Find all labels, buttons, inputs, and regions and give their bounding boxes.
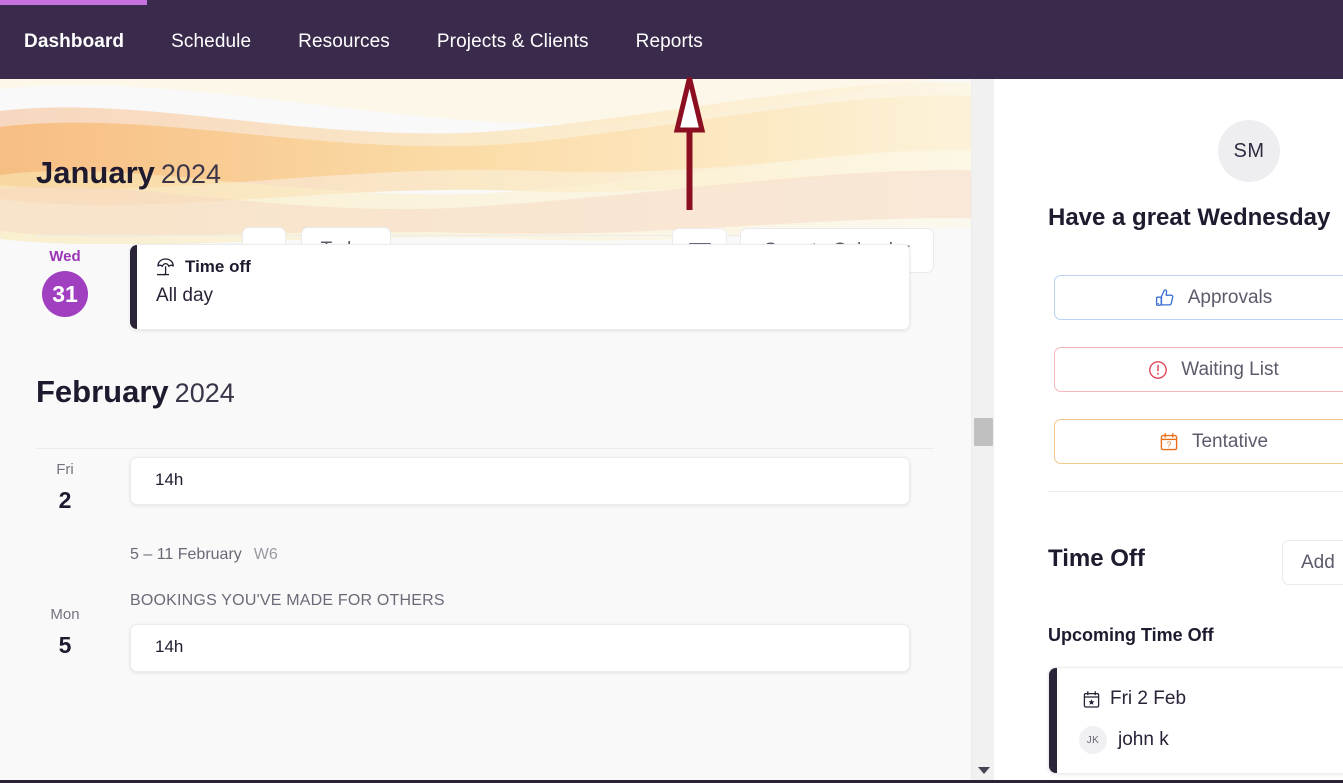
timeoff-entry-date: Fri 2 Feb (1110, 688, 1187, 709)
month-name: February (36, 374, 169, 409)
timeoff-entry-person-row: JK john k (1079, 726, 1169, 754)
booking-card[interactable]: 14h (130, 457, 910, 505)
week-number: W6 (253, 546, 278, 563)
right-sidebar: SM Have a great Wednesday Approvals Wait… (994, 79, 1343, 783)
avatar[interactable]: SM (1218, 120, 1280, 182)
divider (1048, 491, 1343, 492)
day-number: 5 (58, 632, 72, 658)
day-number-badge: 31 (42, 271, 88, 317)
upcoming-timeoff-label: Upcoming Time Off (1048, 625, 1214, 645)
sidebar-item-approvals[interactable]: Approvals (1054, 275, 1343, 320)
upcoming-timeoff-card[interactable]: Fri 2 Feb JK john k (1048, 667, 1343, 774)
booking-hours: 14h (155, 637, 184, 656)
day-label-column: Fri 2 (0, 449, 130, 514)
sidebar-item-label: Waiting List (1181, 358, 1279, 380)
day-cards: Time off All day (130, 236, 970, 330)
month-name: January (36, 155, 155, 190)
calendar-main-panel: January2024 Today Sync to Calendar Wed 3… (0, 79, 994, 783)
scrollbar-thumb[interactable] (974, 418, 993, 446)
week-header: 5 – 11 February W6 (0, 524, 970, 564)
nav-item-reports[interactable]: Reports (636, 27, 703, 53)
top-navigation-bar: Dashboard Schedule Resources Projects & … (0, 0, 1343, 79)
day-row: Fri 2 14h (0, 449, 970, 524)
sidebar-item-tentative[interactable]: ? Tentative (1054, 419, 1343, 464)
day-row: Wed 31 Time off All day (0, 236, 970, 352)
calendar-star-icon (1083, 690, 1100, 708)
month-year: 2024 (174, 378, 235, 408)
calendar-question-icon: ? (1160, 432, 1178, 450)
page-loading-bar (0, 0, 1343, 5)
nav-item-projects-clients[interactable]: Projects & Clients (437, 27, 589, 53)
nav-item-schedule[interactable]: Schedule (171, 27, 251, 53)
svg-text:?: ? (1167, 440, 1172, 449)
day-number: 2 (58, 487, 72, 513)
month-year: 2024 (160, 159, 221, 189)
thumbs-up-icon (1155, 288, 1174, 306)
timeoff-card-subtitle: All day (156, 285, 214, 306)
day-of-week: Mon (50, 606, 80, 623)
day-of-week: Fri (56, 461, 74, 478)
day-label-column: Wed 31 (0, 236, 130, 330)
nav-item-dashboard[interactable]: Dashboard (24, 27, 124, 53)
booking-card[interactable]: 14h (130, 624, 910, 672)
avatar: JK (1079, 726, 1107, 754)
day-cards: BOOKINGS YOU'VE MADE FOR OTHERS 14h (130, 564, 970, 672)
week-range: 5 – 11 February (130, 546, 242, 563)
month-header-january: January2024 Today Sync to Calendar (0, 79, 970, 273)
add-timeoff-button[interactable]: Add (1282, 540, 1343, 585)
booking-hours: 14h (155, 470, 184, 489)
app-root: January2024 Today Sync to Calendar Wed 3… (0, 0, 1343, 783)
sidebar-item-label: Approvals (1187, 286, 1273, 308)
umbrella-icon (157, 258, 174, 276)
card-accent-bar (130, 245, 137, 329)
sidebar-item-waiting-list[interactable]: Waiting List (1054, 347, 1343, 392)
greeting-heading: Have a great Wednesday (1048, 204, 1331, 231)
month-header-february: February 2024 (0, 352, 970, 448)
day-row: Mon 5 BOOKINGS YOU'VE MADE FOR OTHERS 14… (0, 564, 970, 672)
nav-item-resources[interactable]: Resources (298, 27, 390, 53)
timeoff-card-title: Time off (185, 257, 251, 276)
day-label-column: Mon 5 (0, 564, 130, 672)
section-label: BOOKINGS YOU'VE MADE FOR OTHERS (130, 592, 445, 609)
timeoff-section-heading: Time Off (1048, 545, 1145, 572)
sidebar-item-label: Tentative (1191, 430, 1269, 452)
timeoff-card[interactable]: Time off All day (130, 244, 910, 330)
scrollbar-down-arrow-icon[interactable] (978, 767, 990, 774)
day-of-week: Wed (49, 248, 81, 265)
main-scrollbar[interactable] (971, 79, 994, 783)
day-cards: 14h (130, 449, 970, 514)
timeoff-entry-date-row: Fri 2 Feb (1082, 688, 1186, 710)
page-title: January 2024 (36, 155, 221, 191)
calendar-scroll-area: January2024 Today Sync to Calendar Wed 3… (0, 79, 970, 672)
timeoff-card-title-row: Time off (156, 257, 893, 277)
card-accent-bar (1049, 668, 1057, 773)
page-loading-bar-fill (0, 0, 147, 5)
timeoff-entry-person: john k (1118, 729, 1169, 750)
exclamation-circle-icon (1149, 360, 1168, 379)
